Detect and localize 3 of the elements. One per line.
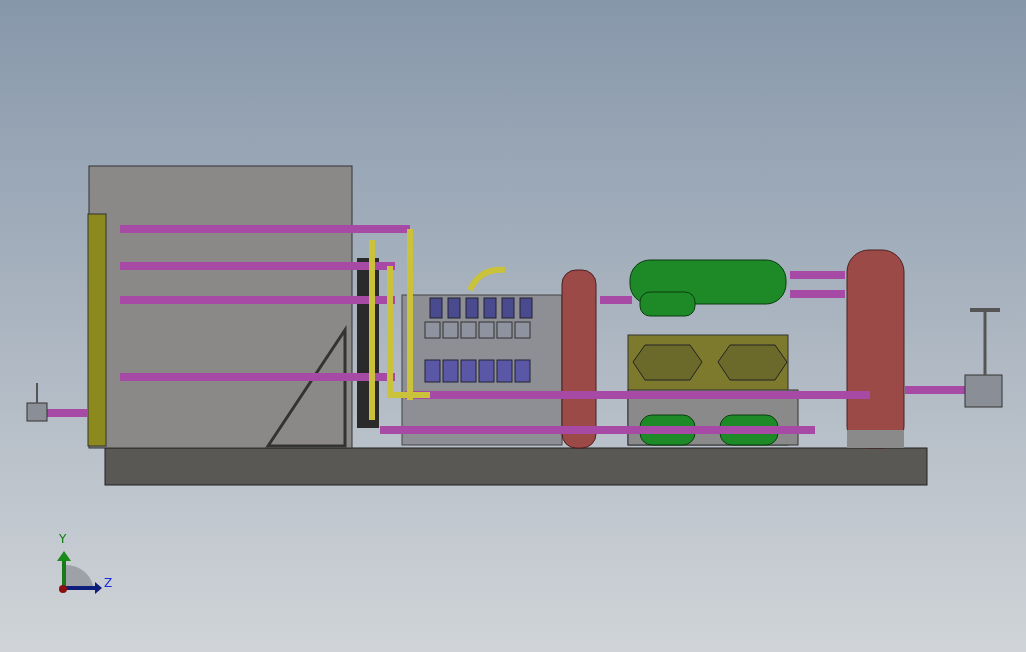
y-axis-label: Y [59, 532, 67, 546]
axis-triad-icon [57, 551, 102, 594]
z-axis-label: Z [104, 576, 113, 590]
